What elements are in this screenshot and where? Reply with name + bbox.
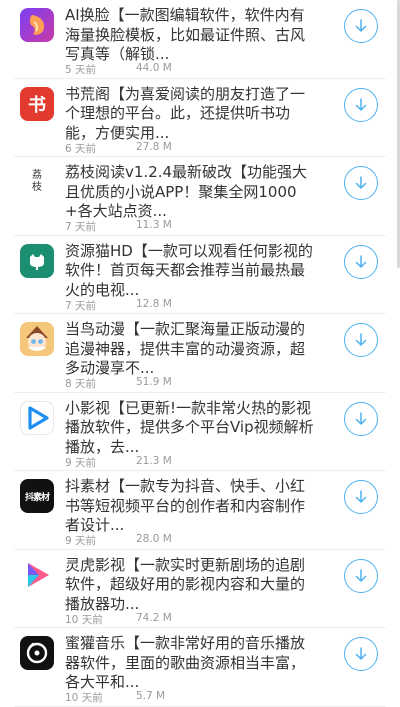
update-time: 5 天前 bbox=[65, 64, 97, 76]
file-size: 12.8 M bbox=[136, 297, 172, 310]
icon-glyph: 书 bbox=[28, 94, 46, 116]
download-button[interactable] bbox=[344, 480, 378, 514]
list-item[interactable]: 资源猫HD【一款可以观看任何影视的软件！首页每天都会推荐当前最热最火的电视...… bbox=[0, 236, 400, 315]
app-description: 当鸟动漫【一款汇聚海量正版动漫的追漫神器，提供丰富的动漫资源，超多动漫享不... bbox=[65, 320, 306, 377]
file-size: 21.3 M bbox=[136, 454, 172, 467]
download-arrow-icon bbox=[355, 19, 367, 32]
download-arrow-icon bbox=[355, 97, 367, 111]
file-size: 74.2 M bbox=[136, 611, 172, 624]
download-arrow-icon bbox=[355, 333, 367, 346]
app-meta: 8 天前 51.9 M bbox=[65, 376, 172, 391]
download-arrow-icon bbox=[355, 411, 367, 425]
icon-glyph: 荔 枝 bbox=[32, 170, 42, 193]
app-description: 荔枝阅读v1.2.4最新破改【功能强大且优质的小说APP！聚集全网1000+各大… bbox=[65, 163, 308, 220]
linghu-play-icon bbox=[20, 557, 54, 592]
list-item[interactable]: 蜜獾音乐【一款非常好用的音乐播放器软件，里面的歌曲资源相当丰富，各大平和... … bbox=[0, 628, 400, 707]
file-size: 28.0 M bbox=[136, 533, 172, 545]
lizhi-reading-icon: 荔 枝 bbox=[20, 165, 54, 199]
download-button[interactable] bbox=[344, 9, 378, 43]
download-button[interactable] bbox=[344, 401, 378, 436]
xiaoyingshi-play-icon bbox=[20, 400, 54, 435]
list-item[interactable]: 书 书荒阁【为喜爱阅读的朋友打造了一个理想的平台。此，还提供听书功能，方便实用.… bbox=[0, 79, 400, 158]
download-arrow-icon bbox=[355, 647, 367, 660]
update-time: 10 天前 bbox=[65, 613, 103, 626]
list-item[interactable]: 当鸟动漫【一款汇聚海量正版动漫的追漫神器，提供丰富的动漫资源，超多动漫享不...… bbox=[0, 314, 400, 393]
update-time: 10 天前 bbox=[65, 692, 103, 704]
download-button[interactable] bbox=[344, 323, 378, 357]
app-meta: 9 天前 21.3 M bbox=[65, 455, 172, 470]
app-meta: 6 天前 27.8 M bbox=[65, 141, 172, 156]
update-time: 7 天前 bbox=[65, 299, 97, 312]
file-size: 51.9 M bbox=[136, 376, 172, 388]
list-item[interactable]: 荔 枝 荔枝阅读v1.2.4最新破改【功能强大且优质的小说APP！聚集全网100… bbox=[0, 157, 400, 236]
file-size: 44.0 M bbox=[136, 62, 172, 74]
ziyuanmao-cat-icon bbox=[20, 243, 54, 278]
download-button[interactable] bbox=[344, 244, 378, 279]
app-description: AI换脸【一款图编辑软件，软件内有海量换脸模板，比如最证件照、古风写真等（解锁.… bbox=[65, 6, 306, 63]
update-time: 8 天前 bbox=[65, 378, 97, 390]
ai-face-swap-icon bbox=[20, 8, 54, 42]
download-arrow-icon bbox=[355, 176, 367, 189]
download-button[interactable] bbox=[344, 558, 378, 593]
app-meta: 10 天前 74.2 M bbox=[65, 612, 172, 627]
file-size: 5.7 M bbox=[136, 690, 166, 702]
list-item[interactable]: 抖素材 抖素材【一款专为抖音、快手、小红书等短视频平台的创作者和内容制作者设计.… bbox=[0, 471, 400, 550]
app-list: AI换脸【一款图编辑软件，软件内有海量换脸模板，比如最证件照、古风写真等（解锁.… bbox=[0, 0, 400, 707]
app-description: 蜜獾音乐【一款非常好用的音乐播放器软件，里面的歌曲资源相当丰富，各大平和... bbox=[65, 634, 306, 691]
app-meta: 10 天前 5.7 M bbox=[65, 690, 165, 705]
app-description: 抖素材【一款专为抖音、快手、小红书等短视频平台的创作者和内容制作者设计... bbox=[65, 477, 306, 534]
app-meta: 7 天前 12.8 M bbox=[65, 298, 172, 313]
update-time: 7 天前 bbox=[65, 221, 97, 233]
file-size: 27.8 M bbox=[136, 140, 172, 153]
app-description: 书荒阁【为喜爱阅读的朋友打造了一个理想的平台。此，还提供听书功能，方便实用... bbox=[65, 84, 306, 142]
update-time: 9 天前 bbox=[65, 535, 97, 547]
dangniao-anime-icon bbox=[20, 322, 54, 356]
list-item[interactable]: AI换脸【一款图编辑软件，软件内有海量换脸模板，比如最证件照、古风写真等（解锁.… bbox=[0, 0, 400, 79]
icon-glyph: 抖素材 bbox=[24, 492, 50, 503]
app-description: 小影视【已更新!一款非常火热的影视播放软件，提供多个平台Vip视频解析播放，去.… bbox=[65, 398, 314, 456]
update-time: 6 天前 bbox=[65, 142, 97, 155]
download-arrow-icon bbox=[355, 254, 367, 268]
download-button[interactable] bbox=[344, 87, 378, 122]
app-description: 资源猫HD【一款可以观看任何影视的软件！首页每天都会推荐当前最热最火的电视... bbox=[65, 241, 313, 299]
download-button[interactable] bbox=[344, 637, 378, 671]
douyin-material-icon: 抖素材 bbox=[20, 479, 54, 513]
download-arrow-icon bbox=[355, 490, 367, 503]
download-button[interactable] bbox=[344, 166, 378, 200]
app-meta: 9 天前 28.0 M bbox=[65, 533, 172, 548]
mihuan-music-icon bbox=[20, 636, 54, 670]
app-meta: 5 天前 44.0 M bbox=[65, 62, 172, 77]
list-item[interactable]: 灵虎影视【一款实时更新剧场的追剧软件，超级好用的影视内容和大量的播放器功... … bbox=[0, 550, 400, 629]
app-meta: 7 天前 11.3 M bbox=[65, 219, 172, 234]
app-description: 灵虎影视【一款实时更新剧场的追剧软件，超级好用的影视内容和大量的播放器功... bbox=[65, 555, 306, 613]
shuhuang-book-icon: 书 bbox=[20, 86, 54, 121]
update-time: 9 天前 bbox=[65, 456, 97, 469]
download-arrow-icon bbox=[355, 568, 367, 582]
list-item[interactable]: 小影视【已更新!一款非常火热的影视播放软件，提供多个平台Vip视频解析播放，去.… bbox=[0, 393, 400, 472]
file-size: 11.3 M bbox=[136, 219, 172, 231]
